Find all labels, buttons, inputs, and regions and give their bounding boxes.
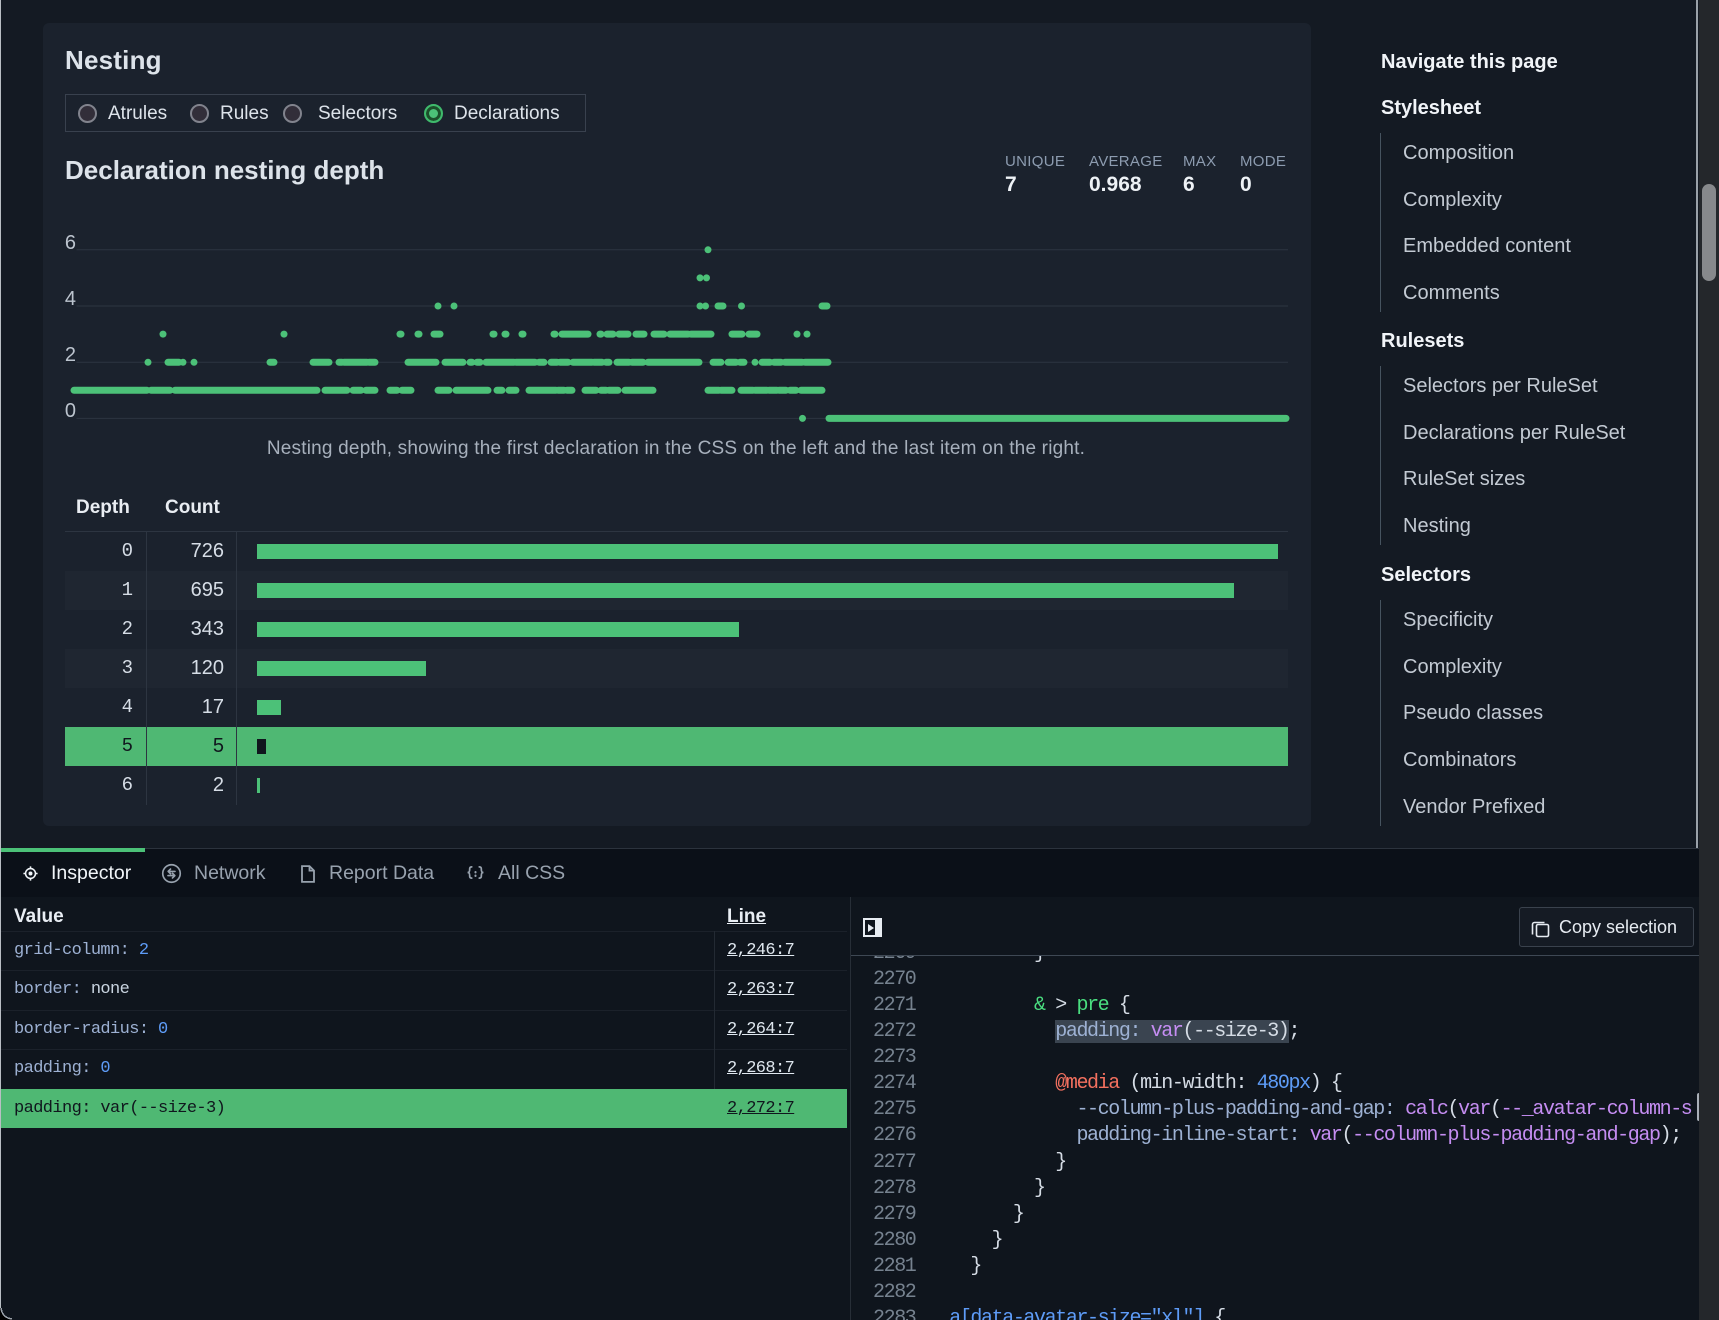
svg-text:6: 6 [65, 232, 76, 254]
svg-text:4: 4 [65, 288, 76, 310]
svg-text:2: 2 [65, 344, 76, 366]
svg-text:0: 0 [65, 400, 76, 422]
